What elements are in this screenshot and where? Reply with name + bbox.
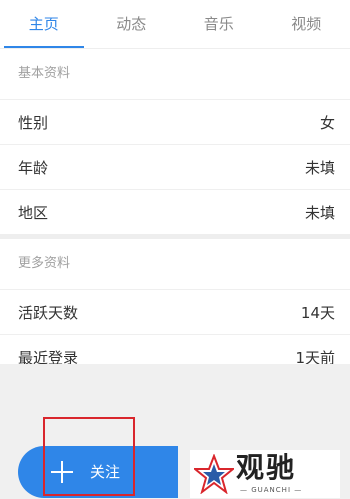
basic-info-header: 基本资料	[0, 49, 350, 100]
plus-icon	[51, 461, 73, 483]
watermark-title: 观驰	[236, 451, 297, 484]
gender-value: 女	[319, 113, 335, 132]
star-logo-icon	[194, 454, 234, 494]
follow-button[interactable]: 关注	[18, 446, 178, 498]
gender-row: 性别 女	[0, 100, 350, 145]
region-label: 地区	[18, 203, 49, 222]
active-days-label: 活跃天数	[18, 303, 79, 322]
more-info-header: 更多资料	[0, 239, 350, 290]
age-row: 年龄 未填	[0, 145, 350, 190]
region-row: 地区 未填	[0, 190, 350, 234]
region-value: 未填	[304, 203, 335, 222]
follow-label: 关注	[90, 463, 121, 481]
tab-bar: 主页 动态 音乐 视频	[0, 0, 350, 49]
watermark-subtitle: — GUANCHI —	[240, 486, 303, 494]
tab-video[interactable]: 视频	[263, 0, 350, 48]
tab-home[interactable]: 主页	[0, 0, 88, 48]
age-value: 未填	[304, 158, 335, 177]
tab-music[interactable]: 音乐	[175, 0, 263, 48]
gender-label: 性别	[18, 113, 49, 132]
active-days-row: 活跃天数 14天	[0, 290, 350, 335]
watermark-logo: 观驰 — GUANCHI —	[190, 450, 340, 498]
tab-activity[interactable]: 动态	[88, 0, 176, 48]
basic-info-list: 性别 女 年龄 未填 地区 未填	[0, 100, 350, 234]
age-label: 年龄	[18, 158, 49, 177]
active-days-value: 14天	[300, 303, 335, 322]
profile-content: 基本资料 性别 女 年龄 未填 地区 未填 更多资料 活跃天数 14天 最近登录…	[0, 49, 350, 379]
